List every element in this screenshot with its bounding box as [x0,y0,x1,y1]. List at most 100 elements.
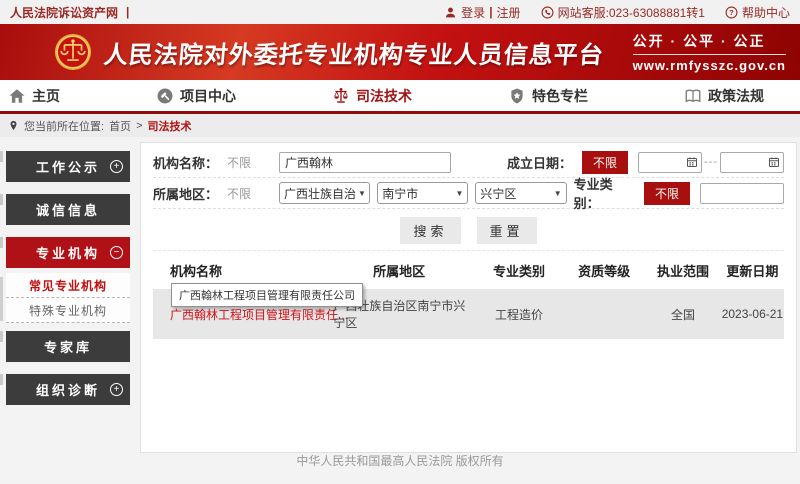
org-name-input[interactable] [279,152,451,173]
nav-label: 项目中心 [180,86,236,106]
location-pin-icon [8,120,19,131]
cell-org-name: 广西翰林工程项目管理有限责任... [153,306,323,323]
platform-title: 人民法院对外委托专业机构专业人员信息平台 [102,35,605,70]
search-button[interactable]: 搜索 [400,217,460,244]
nav-label: 特色专栏 [532,86,588,106]
expand-plus-icon[interactable]: + [110,160,123,173]
content-area: 工作公示 + 诚信信息 专业机构 − 常见专业机构 特殊专业机构 专家库 组织诊… [0,137,800,484]
sidebar-item-org-diagnosis[interactable]: 组织诊断 + [6,374,130,405]
cell-category: 工程造价 [475,306,563,323]
sidebar-item-work-publicity[interactable]: 工作公示 + [6,151,130,182]
filter-row-region-category: 所属地区： 不限 广西壮族自治 ▼ 南宁市 ▼ 兴宁区 ▼ 专业类别： 不限 [153,178,784,209]
calendar-icon [686,156,698,168]
org-name-tooltip: 广西翰林工程项目管理有限责任公司 [171,283,363,307]
city-select-value: 南宁市 [382,185,418,202]
nav-item-home[interactable]: 主页 [8,86,60,106]
sidebar-item-label: 专家库 [44,337,92,356]
submenu-item-label: 特殊专业机构 [29,302,107,319]
col-header-category: 专业类别 [475,261,563,280]
col-header-org-name: 机构名称 [153,261,323,280]
nav-label: 司法技术 [356,86,412,106]
district-select[interactable]: 兴宁区 ▼ [475,182,566,204]
home-icon [8,87,26,105]
chevron-down-icon: ▼ [358,189,366,198]
login-link[interactable]: 登录 [461,4,485,21]
province-select-value: 广西壮族自治 [284,185,356,202]
reset-button[interactable]: 重置 [477,217,537,244]
breadcrumb-prefix: 您当前所在位置: [24,118,104,134]
city-select[interactable]: 南宁市 ▼ [377,182,468,204]
badge-icon [508,87,526,105]
svg-text:?: ? [729,8,734,17]
org-name-label: 机构名称： [153,153,227,172]
breadcrumb-current: 司法技术 [148,118,192,134]
category-unlimited-option[interactable]: 不限 [644,182,690,205]
cell-updated: 2023-06-21 [721,307,784,321]
portal-site-link[interactable]: 人民法院诉讼资产网 [10,4,118,21]
submenu-item-special-orgs[interactable]: 特殊专业机构 [6,298,130,323]
user-icon [444,6,457,19]
org-name-unlimited-option[interactable]: 不限 [227,154,279,171]
org-detail-link[interactable]: 广西翰林工程项目管理有限责任... [170,308,348,322]
help-center-link[interactable]: 帮助中心 [742,4,790,21]
sidebar-item-label: 工作公示 [36,157,100,176]
breadcrumb-home-link[interactable]: 首页 [109,118,131,134]
action-button-row: 搜索 重置 [153,209,784,251]
breadcrumb: 您当前所在位置: 首页 > 司法技术 [0,114,800,137]
date-range-separator: --- [704,156,718,168]
sidebar-item-label: 诚信信息 [36,200,100,219]
banner-website: www.rmfysszc.gov.cn [633,58,786,73]
submenu-item-common-orgs[interactable]: 常见专业机构 [6,273,130,298]
category-input[interactable] [700,183,784,204]
nav-item-judicial-tech[interactable]: 司法技术 [332,86,412,106]
utility-bar: 人民法院诉讼资产网 | 登录 | 注册 网站客服:023-63088881转1 … [0,0,800,24]
col-header-updated: 更新日期 [721,261,784,280]
sidebar-item-label: 组织诊断 [36,380,100,399]
nav-item-featured-column[interactable]: 特色专栏 [508,86,588,106]
login-register-divider: | [489,5,492,19]
sidebar-item-expert-pool[interactable]: 专家库 [6,331,130,362]
calendar-icon [768,156,780,168]
submenu-item-label: 常见专业机构 [29,277,107,294]
sidebar-item-professional-orgs[interactable]: 专业机构 − [6,237,130,268]
breadcrumb-separator: > [136,120,142,132]
district-select-value: 兴宁区 [480,185,516,202]
topbar-divider: | [126,5,129,19]
founded-date-label: 成立日期： [507,153,572,172]
search-panel: 机构名称： 不限 成立日期： 不限 --- 所属地区： 不限 广西壮族自治 ▼ [140,142,797,453]
sidebar-submenu: 常见专业机构 特殊专业机构 [6,273,130,323]
gavel-icon [156,87,174,105]
scales-icon [332,87,350,105]
banner-slogan: 公开 · 公平 · 公正 [633,31,786,55]
site-banner: 人民法院对外委托专业机构专业人员信息平台 公开 · 公平 · 公正 www.rm… [0,24,800,80]
founded-date-from-input[interactable] [638,152,702,173]
chevron-down-icon: ▼ [455,189,463,198]
register-link[interactable]: 注册 [497,4,521,21]
book-icon [684,87,702,105]
main-nav: 主页 项目中心 司法技术 特色专栏 政策法规 [0,80,800,114]
collapse-minus-icon[interactable]: − [110,246,123,259]
expand-plus-icon[interactable]: + [110,383,123,396]
nav-label: 政策法规 [708,86,764,106]
phone-icon [541,6,554,19]
footer-copyright: 中华人民共和国最高人民法院 版权所有 [0,452,800,469]
chevron-down-icon: ▼ [554,189,562,198]
help-icon: ? [725,6,738,19]
founded-date-to-input[interactable] [720,152,784,173]
cell-scope: 全国 [645,306,721,323]
nav-item-project-center[interactable]: 项目中心 [156,86,236,106]
founded-date-unlimited-option[interactable]: 不限 [582,151,628,174]
region-label: 所属地区： [153,184,227,203]
col-header-region: 所属地区 [323,261,474,280]
province-select[interactable]: 广西壮族自治 ▼ [279,182,370,204]
sidebar-item-integrity-info[interactable]: 诚信信息 [6,194,130,225]
category-label: 专业类别： [574,174,634,212]
col-header-grade: 资质等级 [563,261,645,280]
region-unlimited-option[interactable]: 不限 [227,185,279,202]
hotline-text: 网站客服:023-63088881转1 [558,4,705,21]
sidebar-item-label: 专业机构 [36,243,100,262]
nav-item-policies[interactable]: 政策法规 [684,86,764,106]
col-header-scope: 执业范围 [645,261,721,280]
court-emblem-icon [54,33,92,71]
nav-label: 主页 [32,86,60,106]
